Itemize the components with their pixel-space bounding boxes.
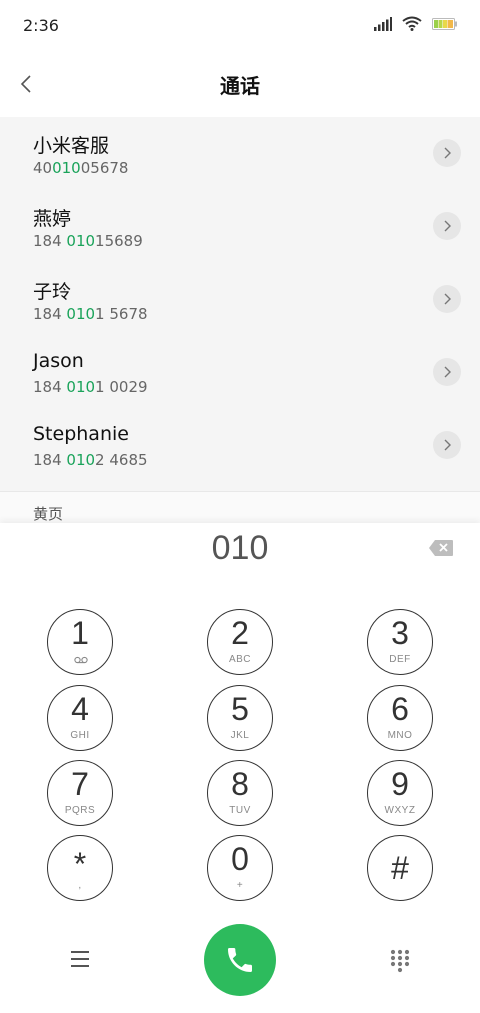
contact-row[interactable]: 燕婷 184 01015689 <box>0 190 480 263</box>
key-9[interactable]: 9 WXYZ <box>367 760 433 826</box>
contact-row[interactable]: Stephanie 184 0102 4685 <box>0 409 480 482</box>
delete-button[interactable] <box>428 539 454 557</box>
key-hash[interactable]: # <box>367 835 433 901</box>
key-letters: MNO <box>387 730 413 741</box>
number-match: 010 <box>66 232 96 250</box>
number-match: 010 <box>52 159 81 177</box>
dial-input[interactable]: 010 <box>0 529 480 568</box>
key-3[interactable]: 3 DEF <box>367 609 433 675</box>
contact-name: Stephanie <box>33 423 129 445</box>
contact-number: 4001005678 <box>33 159 128 177</box>
key-letters: PQRS <box>64 805 96 816</box>
status-bar: 2:36 <box>0 0 480 52</box>
key-5[interactable]: 5 JKL <box>207 685 273 751</box>
menu-button[interactable] <box>66 947 96 971</box>
contact-name: 燕婷 <box>33 208 72 230</box>
number-suffix: 1 0029 <box>95 378 148 396</box>
key-1[interactable]: 1 <box>47 609 113 675</box>
dialpad-panel: 010 1 2 ABC 3 DEF 4 GHI 5 JKL 6 MNO 7 PQ… <box>0 523 480 1013</box>
contact-number: 184 0102 4685 <box>33 451 148 469</box>
key-8[interactable]: 8 TUV <box>207 760 273 826</box>
number-suffix: 15689 <box>95 232 143 250</box>
key-digit: 0 <box>231 841 249 877</box>
section-label: 黄页 <box>33 505 64 523</box>
keypad-icon <box>390 949 410 973</box>
wifi-icon <box>402 16 422 31</box>
key-letters: DEF <box>389 654 411 665</box>
key-digit: 1 <box>71 615 89 651</box>
chevron-right-icon <box>444 220 451 232</box>
voicemail-icon <box>74 656 88 664</box>
battery-icon <box>432 17 457 30</box>
number-suffix: 05678 <box>80 159 129 177</box>
number-match: 010 <box>66 305 96 323</box>
key-digit: # <box>391 850 409 886</box>
backspace-icon <box>429 540 453 556</box>
key-digit: 2 <box>231 615 249 651</box>
contact-name: 小米客服 <box>33 135 110 157</box>
contact-list: 小米客服 4001005678 燕婷 184 01015689 子玲 184 0… <box>0 117 480 491</box>
contact-row[interactable]: 小米客服 4001005678 <box>0 117 480 190</box>
signal-icon <box>374 16 392 31</box>
contact-detail-button[interactable] <box>433 212 461 240</box>
menu-icon <box>71 951 89 967</box>
header: 通话 <box>0 52 480 116</box>
page-title: 通话 <box>220 74 260 98</box>
contact-name: Jason <box>33 350 84 372</box>
key-7[interactable]: 7 PQRS <box>47 760 113 826</box>
contact-number: 184 0101 0029 <box>33 378 148 396</box>
number-suffix: 2 4685 <box>95 451 148 469</box>
contact-detail-button[interactable] <box>433 285 461 313</box>
keypad-toggle-button[interactable] <box>387 947 413 973</box>
number-suffix: 1 5678 <box>95 305 148 323</box>
chevron-right-icon <box>444 439 451 451</box>
contact-name: 子玲 <box>33 281 72 303</box>
number-prefix: 184 <box>33 378 67 396</box>
contact-detail-button[interactable] <box>433 139 461 167</box>
key-letters: GHI <box>70 730 90 741</box>
key-digit: 7 <box>71 766 89 802</box>
chevron-right-icon <box>444 366 451 378</box>
key-letters: + <box>236 880 244 891</box>
contact-detail-button[interactable] <box>433 431 461 459</box>
key-digit: * <box>73 846 87 882</box>
key-letters: ABC <box>228 654 252 665</box>
call-button[interactable] <box>204 924 276 996</box>
number-prefix: 184 <box>33 305 67 323</box>
key-letters: , <box>78 880 82 891</box>
key-letters: WXYZ <box>384 805 416 816</box>
contact-detail-button[interactable] <box>433 358 461 386</box>
number-match: 010 <box>66 378 96 396</box>
key-digit: 6 <box>391 691 409 727</box>
number-prefix: 184 <box>33 232 67 250</box>
key-digit: 3 <box>391 615 409 651</box>
key-digit: 8 <box>231 766 249 802</box>
key-0[interactable]: 0 + <box>207 835 273 901</box>
chevron-right-icon <box>444 293 451 305</box>
contact-row[interactable]: Jason 184 0101 0029 <box>0 336 480 409</box>
key-letters: JKL <box>230 730 250 741</box>
key-digit: 5 <box>231 691 249 727</box>
chevron-right-icon <box>444 147 451 159</box>
phone-icon <box>228 948 252 972</box>
status-icons <box>374 16 458 31</box>
number-match: 010 <box>66 451 96 469</box>
key-4[interactable]: 4 GHI <box>47 685 113 751</box>
contact-number: 184 0101 5678 <box>33 305 148 323</box>
contact-row[interactable]: 子玲 184 0101 5678 <box>0 263 480 336</box>
yellow-pages-section[interactable]: 黄页 <box>0 491 480 524</box>
status-time: 2:36 <box>23 16 59 35</box>
key-2[interactable]: 2 ABC <box>207 609 273 675</box>
key-digit: 4 <box>71 691 89 727</box>
key-letters: TUV <box>229 805 251 816</box>
number-prefix: 40 <box>33 159 53 177</box>
key-star[interactable]: * , <box>47 835 113 901</box>
contact-number: 184 01015689 <box>33 232 143 250</box>
key-digit: 9 <box>391 766 409 802</box>
key-6[interactable]: 6 MNO <box>367 685 433 751</box>
number-prefix: 184 <box>33 451 67 469</box>
